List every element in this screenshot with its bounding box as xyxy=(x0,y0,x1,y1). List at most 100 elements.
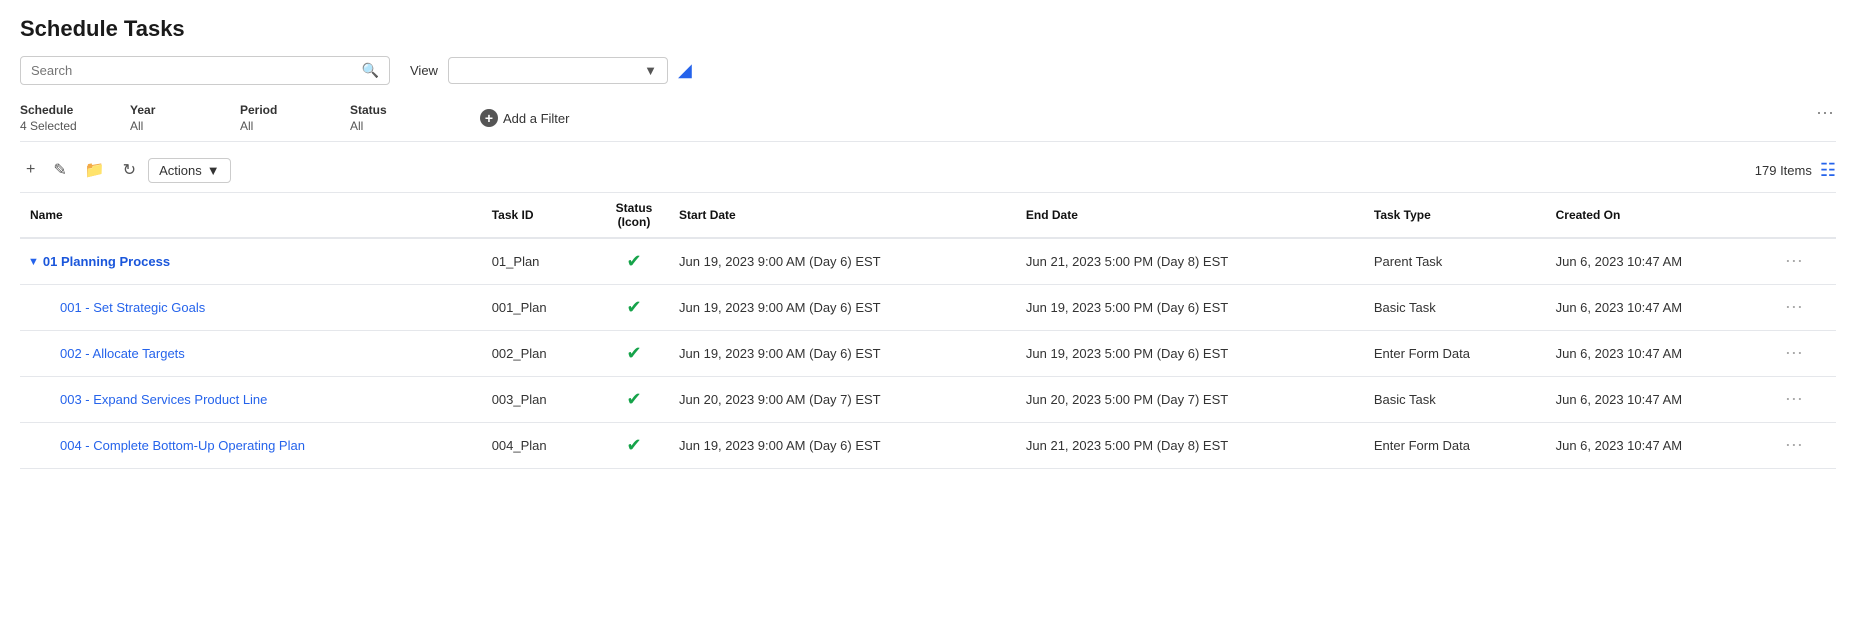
item-count: 179 Items ☷ xyxy=(1755,160,1836,181)
td-task-id: 002_Plan xyxy=(482,331,599,377)
status-check-icon: ✔ xyxy=(609,343,659,364)
table-row: 002 - Allocate Targets 002_Plan ✔ Jun 19… xyxy=(20,331,1836,377)
filter-period-label: Period xyxy=(240,103,320,117)
td-task-type: Enter Form Data xyxy=(1364,331,1546,377)
td-task-type: Basic Task xyxy=(1364,377,1546,423)
td-end-date: Jun 20, 2023 5:00 PM (Day 7) EST xyxy=(1016,377,1364,423)
td-start-date: Jun 19, 2023 9:00 AM (Day 6) EST xyxy=(669,423,1016,469)
status-check-icon: ✔ xyxy=(609,297,659,318)
actions-label: Actions xyxy=(159,163,202,178)
chevron-down-icon: ▼ xyxy=(644,63,657,78)
add-filter-label: Add a Filter xyxy=(503,111,569,126)
add-filter-icon: + xyxy=(480,109,498,127)
filter-schedule-value: 4 Selected xyxy=(20,119,100,133)
status-check-icon: ✔ xyxy=(609,389,659,410)
search-box[interactable]: 🔍 xyxy=(20,56,390,85)
row-menu-icon[interactable]: ⋯ xyxy=(1785,297,1804,317)
folder-button[interactable]: 📁 xyxy=(79,156,111,184)
td-task-id: 003_Plan xyxy=(482,377,599,423)
td-name: 004 - Complete Bottom-Up Operating Plan xyxy=(20,423,482,469)
td-row-menu[interactable]: ⋯ xyxy=(1775,331,1836,377)
name-cell: ▼ 01 Planning Process xyxy=(28,254,472,269)
col-task-id: Task ID xyxy=(482,193,599,238)
status-check-icon: ✔ xyxy=(609,435,659,456)
table-row: 001 - Set Strategic Goals 001_Plan ✔ Jun… xyxy=(20,285,1836,331)
refresh-button[interactable]: ↻ xyxy=(117,156,142,184)
td-start-date: Jun 19, 2023 9:00 AM (Day 6) EST xyxy=(669,285,1016,331)
filter-schedule-label: Schedule xyxy=(20,103,100,117)
col-created-on: Created On xyxy=(1546,193,1775,238)
filter-period-value: All xyxy=(240,119,320,133)
td-created-on: Jun 6, 2023 10:47 AM xyxy=(1546,238,1775,285)
task-name-link[interactable]: 003 - Expand Services Product Line xyxy=(60,392,267,407)
filter-period[interactable]: Period All xyxy=(240,103,320,133)
td-task-id: 01_Plan xyxy=(482,238,599,285)
col-name: Name xyxy=(20,193,482,238)
td-name: 003 - Expand Services Product Line xyxy=(20,377,482,423)
search-icon: 🔍 xyxy=(362,62,379,79)
table-header-row: Name Task ID Status(Icon) Start Date End… xyxy=(20,193,1836,238)
filter-row: Schedule 4 Selected Year All Period All … xyxy=(20,95,1836,142)
td-task-type: Basic Task xyxy=(1364,285,1546,331)
col-start-date: Start Date xyxy=(669,193,1016,238)
filter-year-label: Year xyxy=(130,103,210,117)
td-end-date: Jun 19, 2023 5:00 PM (Day 6) EST xyxy=(1016,331,1364,377)
row-menu-icon[interactable]: ⋯ xyxy=(1785,389,1804,409)
td-task-id: 004_Plan xyxy=(482,423,599,469)
row-menu-icon[interactable]: ⋯ xyxy=(1785,251,1804,271)
item-count-value: 179 Items xyxy=(1755,163,1812,178)
table-row: 004 - Complete Bottom-Up Operating Plan … xyxy=(20,423,1836,469)
status-check-icon: ✔ xyxy=(609,251,659,272)
td-end-date: Jun 21, 2023 5:00 PM (Day 8) EST xyxy=(1016,423,1364,469)
table-row: ▼ 01 Planning Process 01_Plan ✔ Jun 19, 2… xyxy=(20,238,1836,285)
td-status: ✔ xyxy=(599,285,669,331)
td-start-date: Jun 20, 2023 9:00 AM (Day 7) EST xyxy=(669,377,1016,423)
task-name-link[interactable]: 002 - Allocate Targets xyxy=(60,346,185,361)
name-cell: 002 - Allocate Targets xyxy=(60,346,472,361)
toolbar: + ✎ 📁 ↻ Actions ▼ 179 Items ☷ xyxy=(20,150,1836,193)
row-menu-icon[interactable]: ⋯ xyxy=(1785,343,1804,363)
col-status: Status(Icon) xyxy=(599,193,669,238)
actions-button[interactable]: Actions ▼ xyxy=(148,158,231,183)
td-created-on: Jun 6, 2023 10:47 AM xyxy=(1546,331,1775,377)
filter-status[interactable]: Status All xyxy=(350,103,430,133)
td-status: ✔ xyxy=(599,377,669,423)
task-name-link[interactable]: 004 - Complete Bottom-Up Operating Plan xyxy=(60,438,305,453)
td-created-on: Jun 6, 2023 10:47 AM xyxy=(1546,423,1775,469)
col-actions xyxy=(1775,193,1836,238)
table-row: 003 - Expand Services Product Line 003_P… xyxy=(20,377,1836,423)
expand-icon[interactable]: ▼ xyxy=(28,256,39,268)
name-cell: 003 - Expand Services Product Line xyxy=(60,392,472,407)
td-end-date: Jun 19, 2023 5:00 PM (Day 6) EST xyxy=(1016,285,1364,331)
td-created-on: Jun 6, 2023 10:47 AM xyxy=(1546,285,1775,331)
td-start-date: Jun 19, 2023 9:00 AM (Day 6) EST xyxy=(669,331,1016,377)
name-cell: 004 - Complete Bottom-Up Operating Plan xyxy=(60,438,472,453)
filter-status-label: Status xyxy=(350,103,430,117)
filter-schedule[interactable]: Schedule 4 Selected xyxy=(20,103,100,133)
filter-year[interactable]: Year All xyxy=(130,103,210,133)
filter-icon[interactable]: ◢ xyxy=(678,60,692,81)
task-name-link[interactable]: 001 - Set Strategic Goals xyxy=(60,300,205,315)
edit-button[interactable]: ✎ xyxy=(47,156,72,184)
td-row-menu[interactable]: ⋯ xyxy=(1775,238,1836,285)
row-menu-icon[interactable]: ⋯ xyxy=(1785,435,1804,455)
td-row-menu[interactable]: ⋯ xyxy=(1775,285,1836,331)
view-label: View xyxy=(410,63,438,78)
td-row-menu[interactable]: ⋯ xyxy=(1775,423,1836,469)
td-status: ✔ xyxy=(599,423,669,469)
td-name: 002 - Allocate Targets xyxy=(20,331,482,377)
actions-chevron-icon: ▼ xyxy=(207,163,220,178)
grid-view-icon[interactable]: ☷ xyxy=(1820,160,1836,181)
filter-year-value: All xyxy=(130,119,210,133)
view-select[interactable]: ▼ xyxy=(448,57,668,84)
add-button[interactable]: + xyxy=(20,157,41,183)
td-start-date: Jun 19, 2023 9:00 AM (Day 6) EST xyxy=(669,238,1016,285)
more-options-button[interactable]: ⋯ xyxy=(1816,103,1836,124)
add-filter-button[interactable]: + Add a Filter xyxy=(480,109,569,127)
task-name-link[interactable]: 01 Planning Process xyxy=(43,254,170,269)
page-container: Schedule Tasks 🔍 View ▼ ◢ Schedule 4 Sel… xyxy=(0,0,1856,485)
tasks-table: Name Task ID Status(Icon) Start Date End… xyxy=(20,193,1836,469)
search-input[interactable] xyxy=(31,63,358,78)
td-row-menu[interactable]: ⋯ xyxy=(1775,377,1836,423)
td-status: ✔ xyxy=(599,331,669,377)
